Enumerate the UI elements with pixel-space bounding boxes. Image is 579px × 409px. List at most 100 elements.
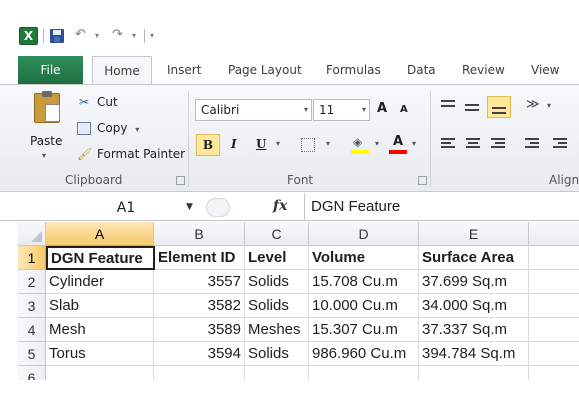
borders-icon[interactable] [301,138,315,152]
tab-data[interactable]: Data [407,56,436,84]
cell-f5[interactable] [529,342,579,366]
column-header-d[interactable]: D [309,222,419,246]
cell-c4[interactable]: Meshes [245,318,309,342]
cell-a6[interactable] [46,366,154,380]
paste-dropdown-icon[interactable]: ▾ [42,151,46,160]
cell-f6[interactable] [529,366,579,380]
cell-e3[interactable]: 34.000 Sq.m [419,294,529,318]
cell-c6[interactable] [245,366,309,380]
cell-b5[interactable]: 3594 [154,342,245,366]
undo-icon[interactable]: ↶ [75,27,86,42]
column-header-a[interactable]: A [46,222,154,246]
column-header-f[interactable] [529,222,579,246]
fill-color-dropdown-icon[interactable]: ▾ [375,139,379,148]
cell-a3[interactable]: Slab [46,294,154,318]
cell-e6[interactable] [419,366,529,380]
cell-a1[interactable]: DGN Feature [46,246,155,270]
cell-e1[interactable]: Surface Area [419,246,529,270]
clipboard-launcher-icon[interactable] [176,176,185,185]
paste-icon[interactable] [34,91,60,123]
align-right-icon[interactable] [490,136,508,152]
tab-formulas[interactable]: Formulas [326,56,381,84]
align-middle-icon[interactable] [462,97,484,117]
redo-dropdown-icon[interactable]: ▾ [132,31,136,40]
fill-color-button[interactable]: ◈ [351,135,369,154]
formula-input[interactable]: DGN Feature [304,193,579,221]
save-icon[interactable] [50,29,64,43]
cell-b4[interactable]: 3589 [154,318,245,342]
cell-e5[interactable]: 394.784 Sq.m [419,342,529,366]
cell-d5[interactable]: 986.960 Cu.m [309,342,419,366]
row-header-2[interactable]: 2 [18,270,46,294]
row-header-6[interactable]: 6 [18,366,46,380]
tab-file[interactable]: File [18,56,83,84]
paste-button[interactable]: Paste [30,134,62,148]
redo-icon[interactable]: ↷ [112,27,123,42]
italic-button[interactable]: I [231,137,237,151]
font-size-select[interactable]: 11 ▾ [313,99,370,121]
cell-d2[interactable]: 15.708 Cu.m [309,270,419,294]
excel-icon[interactable]: X [19,27,38,45]
orientation-dropdown-icon[interactable]: ▾ [547,101,551,110]
cell-e2[interactable]: 37.699 Sq.m [419,270,529,294]
cell-f4[interactable] [529,318,579,342]
cut-button[interactable]: ✂ Cut [77,95,118,109]
cell-f1[interactable] [529,246,579,270]
cell-d3[interactable]: 10.000 Cu.m [309,294,419,318]
increase-indent-icon[interactable] [552,136,570,152]
underline-dropdown-icon[interactable]: ▾ [276,139,280,148]
tab-insert[interactable]: Insert [167,56,201,84]
column-header-b[interactable]: B [154,222,245,246]
cell-b6[interactable] [154,366,245,380]
row-header-1[interactable]: 1 [18,246,46,270]
cell-a5[interactable]: Torus [46,342,154,366]
cell-f2[interactable] [529,270,579,294]
tab-review[interactable]: Review [462,56,505,84]
cell-a2[interactable]: Cylinder [46,270,154,294]
name-box[interactable]: A1 [52,197,200,218]
align-top-icon[interactable] [438,97,460,117]
orientation-icon[interactable]: ≫ [526,97,540,112]
format-painter-button[interactable]: 🖌 Format Painter [77,147,185,161]
tab-page-layout[interactable]: Page Layout [228,56,302,84]
decrease-indent-icon[interactable] [524,136,542,152]
align-bottom-icon[interactable] [487,96,511,118]
cell-b3[interactable]: 3582 [154,294,245,318]
cell-c2[interactable]: Solids [245,270,309,294]
cell-f3[interactable] [529,294,579,318]
name-box-dropdown-icon[interactable]: ▼ [186,202,193,212]
underline-button[interactable]: U [256,137,266,151]
customize-qat-icon[interactable]: ▾ [150,31,154,40]
cell-a4[interactable]: Mesh [46,318,154,342]
cell-d4[interactable]: 15.307 Cu.m [309,318,419,342]
cell-e4[interactable]: 37.337 Sq.m [419,318,529,342]
grow-font-button[interactable]: A [377,101,387,116]
borders-dropdown-icon[interactable]: ▾ [326,139,330,148]
cell-b1[interactable]: Element ID [155,246,245,270]
shrink-font-button[interactable]: A [400,104,408,115]
column-header-c[interactable]: C [245,222,309,246]
align-left-icon[interactable] [440,136,458,152]
select-all-button[interactable] [18,222,46,246]
row-header-3[interactable]: 3 [18,294,46,318]
cell-c1[interactable]: Level [245,246,309,270]
bold-button[interactable]: B [196,134,220,156]
font-color-button[interactable]: A [389,134,407,154]
undo-dropdown-icon[interactable]: ▾ [95,31,99,40]
font-color-dropdown-icon[interactable]: ▾ [412,139,416,148]
cell-d1[interactable]: Volume [309,246,419,270]
copy-button[interactable]: Copy ▾ [77,121,139,135]
insert-function-icon[interactable]: fx [273,198,287,214]
cell-b2[interactable]: 3557 [154,270,245,294]
font-name-select[interactable]: Calibri ▾ [195,99,312,121]
copy-dropdown-icon[interactable]: ▾ [135,125,139,134]
column-header-e[interactable]: E [419,222,529,246]
cell-c3[interactable]: Solids [245,294,309,318]
align-center-icon[interactable] [465,136,483,152]
cell-c5[interactable]: Solids [245,342,309,366]
cell-d6[interactable] [309,366,419,380]
row-header-4[interactable]: 4 [18,318,46,342]
tab-view[interactable]: View [531,56,559,84]
row-header-5[interactable]: 5 [18,342,46,366]
tab-home[interactable]: Home [92,56,152,85]
